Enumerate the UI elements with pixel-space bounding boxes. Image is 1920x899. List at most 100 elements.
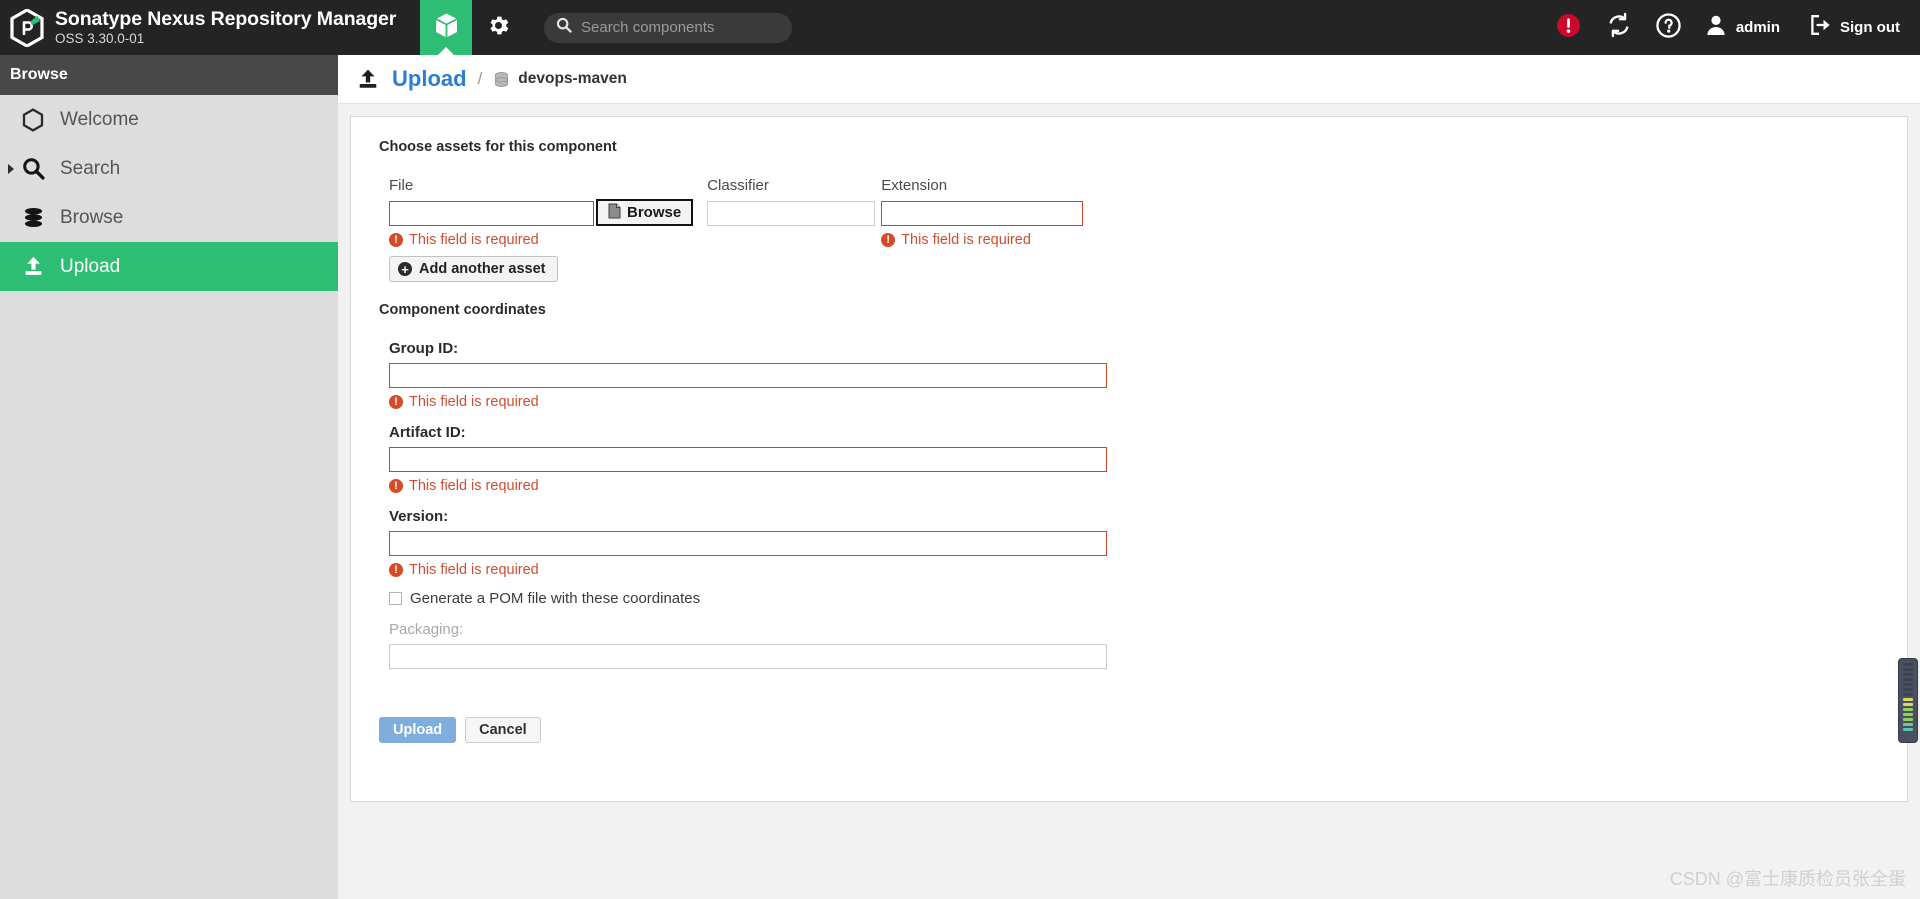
error-exclamation-icon: !: [389, 233, 403, 247]
alert-exclamation-icon: [1556, 13, 1581, 43]
vertical-level-indicator[interactable]: [1898, 658, 1918, 743]
error-text: This field is required: [409, 394, 539, 410]
add-asset-label: Add another asset: [419, 261, 546, 277]
cancel-button[interactable]: Cancel: [465, 717, 541, 743]
user-name-label: admin: [1735, 19, 1780, 36]
sidebar-item-label: Search: [60, 157, 121, 179]
error-exclamation-icon: !: [389, 479, 403, 493]
search-icon: [556, 17, 579, 38]
level-bar: [1903, 713, 1913, 716]
extension-field-error: ! This field is required: [881, 232, 1083, 248]
brand-text-block: Sonatype Nexus Repository Manager OSS 3.…: [55, 8, 396, 47]
sidebar-item-upload[interactable]: Upload: [0, 242, 338, 291]
assets-section-title: Choose assets for this component: [379, 139, 617, 155]
sidebar-item-label: Browse: [60, 206, 124, 228]
generate-pom-row[interactable]: Generate a POM file with these coordinat…: [389, 590, 1885, 607]
artifact-id-label: Artifact ID:: [389, 424, 466, 441]
group-id-input[interactable]: [389, 363, 1107, 388]
error-text: This field is required: [901, 232, 1031, 248]
sidebar-item-welcome[interactable]: Welcome: [0, 95, 338, 144]
hexagon-outline-icon: [22, 107, 52, 132]
upload-button[interactable]: Upload: [379, 717, 457, 743]
level-bar: [1903, 683, 1913, 686]
sign-out-label: Sign out: [1840, 19, 1900, 36]
user-avatar-icon: [1704, 13, 1728, 42]
top-header-bar: Sonatype Nexus Repository Manager OSS 3.…: [0, 0, 1920, 55]
sign-out-icon: [1808, 13, 1832, 42]
database-icon: [493, 71, 510, 88]
header-right-controls: admin Sign out: [1544, 0, 1920, 55]
level-bar: [1903, 678, 1913, 681]
asset-fields-row: File ! This field is required Browse Cla…: [371, 177, 1885, 248]
extension-input[interactable]: [881, 201, 1084, 226]
level-bar: [1903, 723, 1913, 726]
sidebar-item-search[interactable]: Search: [0, 144, 338, 193]
form-action-buttons: Upload Cancel: [371, 717, 1885, 743]
level-bar: [1903, 708, 1913, 711]
global-search-box[interactable]: [544, 12, 792, 43]
asset-extension-column: Extension ! This field is required: [881, 177, 1084, 248]
help-button[interactable]: [1644, 0, 1694, 55]
browse-file-button[interactable]: Browse: [596, 199, 694, 226]
sign-out-button[interactable]: Sign out: [1786, 0, 1906, 55]
file-document-icon: [608, 203, 621, 223]
plus-circle-icon: +: [398, 262, 412, 276]
group-id-error: ! This field is required: [389, 394, 1885, 410]
version-label: Version:: [389, 508, 449, 525]
artifact-id-error: ! This field is required: [389, 478, 1885, 494]
breadcrumb-current-repo: devops-maven: [518, 70, 627, 87]
sidebar-title: Browse: [10, 66, 68, 83]
version-input[interactable]: [389, 531, 1107, 556]
asset-file-column: File ! This field is required: [389, 177, 594, 248]
level-bar: [1903, 688, 1913, 691]
packaging-input[interactable]: [389, 644, 1107, 669]
file-field-label: File: [389, 177, 414, 194]
sidebar-item-label: Upload: [60, 255, 121, 277]
artifact-id-input[interactable]: [389, 447, 1107, 472]
extension-field-label: Extension: [881, 177, 948, 194]
error-exclamation-icon: !: [389, 563, 403, 577]
alert-button[interactable]: [1544, 0, 1594, 55]
search-input[interactable]: [579, 18, 780, 37]
breadcrumb: Upload / devops-maven: [338, 55, 1920, 104]
refresh-sync-icon: [1606, 12, 1632, 43]
breadcrumb-link-upload[interactable]: Upload: [392, 66, 467, 92]
classifier-input[interactable]: [707, 201, 876, 226]
upload-arrow-icon: [22, 255, 52, 278]
level-bar: [1903, 728, 1913, 731]
level-bar: [1903, 693, 1913, 696]
app-title: Sonatype Nexus Repository Manager: [55, 8, 397, 30]
level-bar: [1903, 718, 1913, 721]
upload-arrow-icon: [356, 67, 382, 91]
group-id-label: Group ID:: [389, 340, 459, 357]
generate-pom-label: Generate a POM file with these coordinat…: [410, 590, 701, 607]
packaging-label: Packaging:: [389, 621, 464, 638]
error-text: This field is required: [409, 478, 539, 494]
coordinates-section-title: Component coordinates: [379, 302, 546, 318]
add-another-asset-button[interactable]: + Add another asset: [389, 256, 558, 282]
version-error: ! This field is required: [389, 562, 1885, 578]
browse-button-label: Browse: [627, 204, 682, 221]
chevron-right-icon: [8, 163, 14, 174]
brand-block: Sonatype Nexus Repository Manager OSS 3.…: [0, 7, 420, 48]
classifier-field-label: Classifier: [707, 177, 769, 194]
file-input[interactable]: [389, 201, 594, 226]
component-coordinates-block: Group ID: ! This field is required Artif…: [371, 340, 1885, 669]
user-menu[interactable]: admin: [1694, 0, 1786, 55]
error-exclamation-icon: !: [881, 233, 896, 247]
generate-pom-checkbox[interactable]: [389, 592, 402, 605]
tab-administration[interactable]: [472, 0, 524, 55]
asset-classifier-column: Classifier: [707, 177, 876, 226]
left-sidebar: Browse Welcome Search Browse Upload: [0, 55, 338, 899]
error-exclamation-icon: !: [389, 395, 403, 409]
sidebar-item-browse[interactable]: Browse: [0, 193, 338, 242]
nexus-hexagon-logo-icon: [10, 7, 44, 48]
database-stack-icon: [22, 206, 52, 229]
level-bar: [1903, 668, 1913, 671]
sidebar-section-header: Browse: [0, 55, 338, 95]
refresh-button[interactable]: [1594, 0, 1644, 55]
tab-browse[interactable]: [420, 0, 472, 55]
search-icon: [22, 157, 52, 180]
